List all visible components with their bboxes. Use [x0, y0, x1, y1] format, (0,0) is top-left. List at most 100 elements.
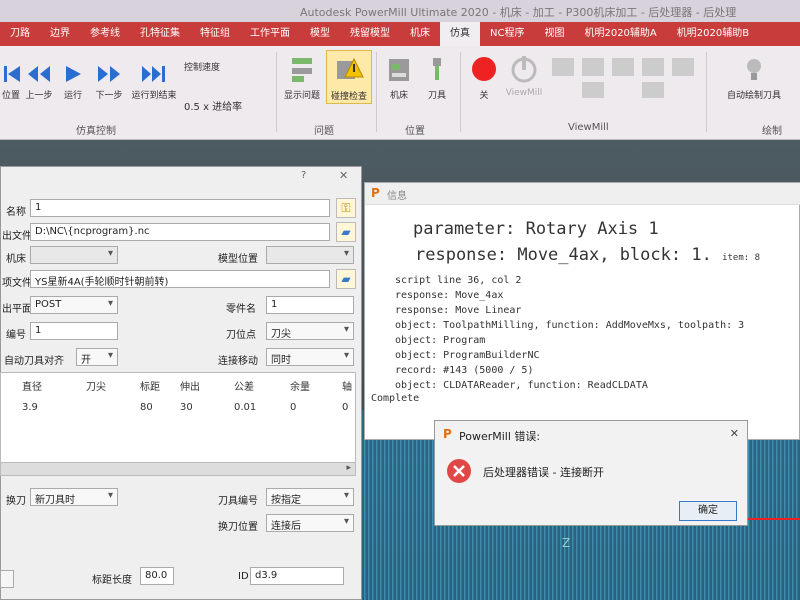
info-titlebar: P 信息 [365, 183, 800, 205]
ok-button[interactable]: 确定 [679, 501, 737, 521]
show-problems-icon [292, 58, 312, 82]
tool-change-select[interactable]: 新刀具时 [30, 488, 118, 506]
postprocessor-label: 项文件 [2, 278, 32, 289]
play-icon [66, 66, 81, 82]
problems-group-label: 问题 [314, 126, 334, 137]
tab-8[interactable]: 机床 [400, 22, 440, 46]
prev-step-icon [28, 66, 50, 82]
tab-5[interactable]: 工作平面 [240, 22, 300, 46]
next-step-label: 下一步 [95, 91, 123, 101]
partial-field[interactable] [0, 570, 14, 588]
auto-align-label: 自动刀具对齐 [4, 356, 64, 367]
id-label: ID [238, 571, 249, 582]
position-button[interactable]: 位置 [0, 64, 22, 101]
col-tip: 刀尖 [86, 382, 106, 393]
info-detail-line: response: Move Linear [395, 305, 522, 316]
model-position-select[interactable] [266, 246, 354, 264]
run-to-end-label: 运行到结束 [131, 91, 177, 101]
workplane-label: 出平面 [2, 304, 32, 315]
prev-step-label: 上一步 [25, 91, 53, 101]
collision-check-button[interactable]: 碰撞检查 [326, 50, 372, 104]
info-detail-line: record: #143 (5000 / 5) [395, 365, 534, 376]
position-group-label: 位置 [405, 126, 425, 137]
tool-number-select[interactable]: 按指定 [266, 488, 354, 506]
info-detail-line: response: Move_4ax [395, 290, 504, 301]
auto-draw-tool-button[interactable]: 自动绘制刀具 [718, 56, 790, 101]
tab-9[interactable]: 仿真 [440, 22, 480, 46]
ribbon-separator [460, 52, 461, 132]
cell-tolerance: 0.01 [234, 402, 257, 413]
col-diameter: 直径 [22, 382, 42, 393]
change-position-select[interactable]: 连接后 [266, 514, 354, 532]
run-label: 运行 [63, 91, 82, 101]
info-line2-suffix: item: 8 [722, 253, 760, 263]
info-detail-line: object: CLDATAReader, function: ReadCLDA… [395, 380, 648, 391]
tab-7[interactable]: 残留模型 [340, 22, 400, 46]
gauge-length-input[interactable]: 80.0 [140, 567, 174, 585]
show-problems-button[interactable]: 显示问题 [280, 54, 324, 101]
tab-0[interactable]: 刀路 [0, 22, 40, 46]
machine-label: 机床 [389, 91, 408, 101]
scroll-right-icon[interactable]: ▸ [346, 463, 351, 473]
ribbon-tabs: 刀路 边界 参考线 孔特征集 特征组 工作平面 模型 残留模型 机床 仿真 NC程序 视图 机明2020… [0, 22, 800, 46]
number-input[interactable]: 1 [30, 322, 118, 340]
postprocessor-input[interactable]: YS星新4A(手轮顺时针朝前转) [30, 270, 330, 288]
tool-button[interactable]: 刀具 [420, 56, 454, 101]
cell-axis: 0 [342, 402, 349, 413]
tool-number-label: 刀具编号 [218, 496, 258, 507]
run-button[interactable]: 运行 [60, 64, 86, 101]
viewmill-options [548, 54, 698, 114]
machine-label: 机床 [6, 254, 26, 265]
run-to-end-button[interactable]: 运行到结束 [128, 64, 180, 101]
error-icon [447, 459, 471, 483]
info-window: P 信息 parameter: Rotary Axis 1 response: … [364, 182, 800, 440]
error-dialog: P PowerMill 错误: ✕ 后处理器错误 - 连接断开 确定 [434, 420, 748, 526]
viewmill-off-button[interactable]: 关 [466, 54, 502, 101]
auto-align-select[interactable]: 开 [76, 348, 118, 366]
ribbon-separator [376, 52, 377, 132]
info-detail-line: object: ToolpathMilling, function: AddMo… [395, 320, 745, 331]
close-icon[interactable]: ✕ [339, 169, 348, 182]
viewmill-off-label: 关 [479, 91, 489, 101]
name-input[interactable]: 1 [30, 199, 330, 217]
next-step-button[interactable]: 下一步 [92, 64, 126, 101]
auto-draw-tool-label: 自动绘制刀具 [726, 91, 781, 101]
output-file-input[interactable]: D:\NC\{ncprogram}.nc [30, 223, 330, 241]
tab-11[interactable]: 视图 [534, 22, 574, 46]
machine-button[interactable]: 机床 [382, 56, 416, 101]
tab-2[interactable]: 参考线 [80, 22, 130, 46]
feed-rate-label[interactable]: 0.5 x 进给率 [184, 98, 274, 113]
ribbon: 位置 上一步 运行 下一步 运行到结束 控制速度 0.5 x 进给率 仿真控制 … [0, 46, 800, 140]
tab-1[interactable]: 边界 [40, 22, 80, 46]
help-button[interactable]: ? [301, 170, 306, 181]
draw-group-label: 绘制 [762, 126, 782, 137]
info-detail-line: object: Program [395, 335, 486, 346]
power-icon [511, 56, 537, 83]
close-icon[interactable]: ✕ [730, 427, 739, 440]
tab-13[interactable]: 机明2020辅助B [667, 22, 759, 46]
tab-3[interactable]: 孔特征集 [130, 22, 190, 46]
ribbon-separator [706, 52, 707, 132]
folder-icon[interactable]: ▰ [336, 222, 356, 242]
machine-select[interactable] [30, 246, 118, 264]
next-step-icon [98, 66, 120, 82]
id-input[interactable]: d3.9 [250, 567, 344, 585]
folder-icon[interactable]: ▰ [336, 269, 356, 289]
tab-6[interactable]: 模型 [300, 22, 340, 46]
viewmill-power-button[interactable]: ViewMill [504, 54, 544, 98]
tab-10[interactable]: NC程序 [480, 22, 534, 46]
info-line2-text: response: Move_4ax, block: 1. [415, 245, 712, 265]
workplane-select[interactable]: POST [30, 296, 118, 314]
col-allowance: 余量 [290, 382, 310, 393]
part-name-input[interactable]: 1 [266, 296, 354, 314]
key-icon[interactable]: ⚿ [336, 198, 356, 218]
horizontal-scrollbar[interactable]: ▸ [0, 462, 356, 476]
tab-12[interactable]: 机明2020辅助A [574, 22, 666, 46]
prev-step-button[interactable]: 上一步 [24, 64, 54, 101]
tab-4[interactable]: 特征组 [190, 22, 240, 46]
connect-move-select[interactable]: 同时 [266, 348, 354, 366]
gauge-length-label: 标距长度 [92, 575, 132, 586]
tool-position-select[interactable]: 刀尖 [266, 322, 354, 340]
tool-change-label: 换刀 [6, 496, 26, 507]
connect-move-label: 连接移动 [218, 356, 258, 367]
